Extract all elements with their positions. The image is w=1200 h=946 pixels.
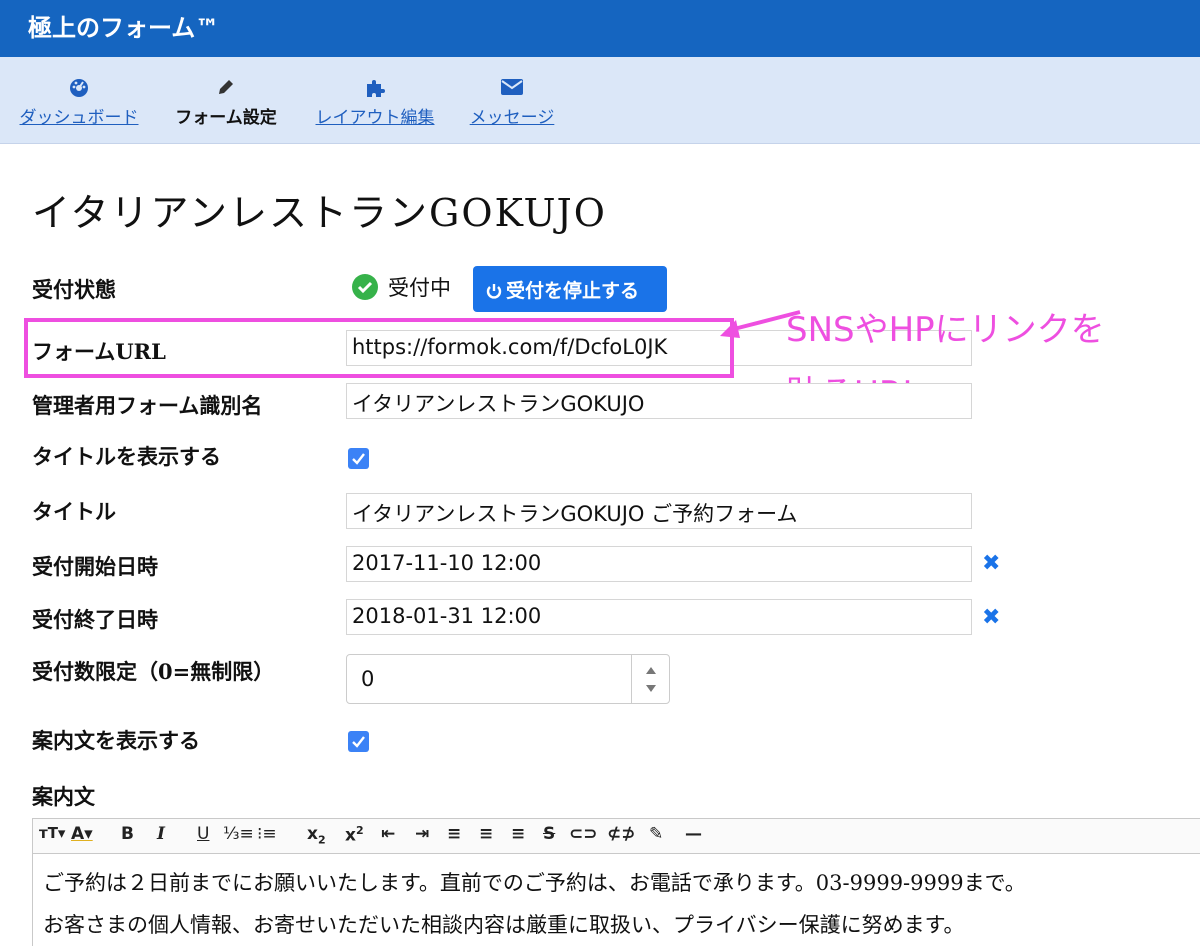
guide-line: お客さまの個人情報、お寄せいただいた相談内容は厳重に取扱い、プライバシー保護に努… [43, 913, 965, 937]
checkmark-icon [352, 736, 365, 748]
power-icon [486, 284, 502, 299]
show-title-label: タイトルを表示する [32, 444, 221, 469]
clear-end-datetime-icon[interactable]: ✖ [982, 605, 1000, 630]
align-left-icon[interactable]: ≡ [447, 824, 461, 844]
nav-label: ダッシュボード [19, 108, 139, 128]
bold-icon[interactable]: B [121, 824, 134, 844]
dashboard-icon [10, 77, 148, 99]
annotation-highlight-box [24, 318, 734, 378]
show-guide-checkbox[interactable] [348, 731, 369, 752]
nav-label: フォーム設定 [175, 108, 277, 128]
unlink-icon[interactable]: ⊄⊅ [607, 824, 636, 844]
unordered-list-icon[interactable]: ⁝≡ [257, 824, 277, 844]
limit-value: 0 [361, 667, 375, 691]
nav-item-form-settings[interactable]: フォーム設定 [166, 77, 286, 128]
status-label: 受付状態 [32, 277, 116, 302]
title-field[interactable]: イタリアンレストランGOKUJO ご予約フォーム [346, 493, 972, 529]
nav-bar: ダッシュボード フォーム設定 レイアウト編集 メッセージ [0, 57, 1200, 144]
spin-down-icon[interactable] [646, 685, 656, 692]
guide-line: ご予約は２日前までにお願いいたします。直前でのご予約は、お電話で承ります。03-… [43, 871, 1026, 895]
nav-item-dashboard[interactable]: ダッシュボード [10, 77, 148, 128]
app-title: 極上のフォーム™ [28, 14, 220, 42]
title-label: タイトル [32, 499, 116, 524]
end-datetime-field[interactable]: 2018-01-31 12:00 [346, 599, 972, 635]
limit-label: 受付数限定（0=無制限） [32, 659, 275, 684]
superscript-icon[interactable]: x2 [345, 824, 364, 846]
underline-icon[interactable]: U [197, 824, 209, 844]
clear-start-datetime-icon[interactable]: ✖ [982, 551, 1000, 576]
editor-toolbar: тT▾ A▾ B I U ⅓≡ ⁝≡ x2 x2 ⇤ ⇥ ≡ ≡ ≡ S ⊂⊃ … [32, 818, 1200, 854]
stop-accepting-button[interactable]: 受付を停止する [473, 266, 667, 312]
ordered-list-icon[interactable]: ⅓≡ [223, 824, 254, 844]
checkmark-icon [352, 453, 365, 465]
show-title-checkbox[interactable] [348, 448, 369, 469]
guide-editor[interactable]: ご予約は２日前までにお願いいたします。直前でのご予約は、お電話で承ります。03-… [32, 854, 1200, 946]
clear-format-icon[interactable]: ✎ [649, 824, 663, 844]
nav-label: メッセージ [469, 108, 555, 128]
font-color-icon[interactable]: A▾ [71, 824, 93, 844]
check-circle-icon [352, 274, 378, 300]
italic-icon[interactable]: I [157, 824, 165, 844]
admin-name-field[interactable]: イタリアンレストランGOKUJO [346, 383, 972, 419]
envelope-icon [462, 77, 562, 99]
strikethrough-icon[interactable]: S [543, 824, 555, 844]
horizontal-rule-icon[interactable]: — [685, 824, 702, 844]
stepper-spin[interactable] [631, 655, 669, 703]
app-header: 極上のフォーム™ [0, 0, 1200, 57]
start-datetime-label: 受付開始日時 [32, 554, 158, 579]
pencil-icon [166, 77, 286, 99]
status-value: 受付中 [388, 276, 451, 300]
admin-name-label: 管理者用フォーム識別名 [32, 393, 263, 418]
puzzle-icon [306, 77, 444, 99]
outdent-icon[interactable]: ⇤ [381, 824, 395, 844]
annotation-text-line1: SNSやHPにリンクを [786, 310, 1105, 350]
font-size-icon[interactable]: тT▾ [39, 824, 65, 842]
end-datetime-label: 受付終了日時 [32, 607, 158, 632]
nav-item-message[interactable]: メッセージ [462, 77, 562, 128]
align-right-icon[interactable]: ≡ [511, 824, 525, 844]
limit-stepper[interactable]: 0 [346, 654, 670, 704]
guide-label: 案内文 [32, 784, 95, 809]
subscript-icon[interactable]: x2 [307, 824, 326, 846]
stop-button-label: 受付を停止する [506, 280, 640, 302]
spin-up-icon[interactable] [646, 667, 656, 674]
indent-icon[interactable]: ⇥ [415, 824, 429, 844]
link-icon[interactable]: ⊂⊃ [569, 824, 598, 844]
nav-label: レイアウト編集 [315, 108, 435, 128]
show-guide-label: 案内文を表示する [32, 728, 200, 753]
nav-item-layout-edit[interactable]: レイアウト編集 [306, 77, 444, 128]
page-title: イタリアンレストランGOKUJO [32, 191, 607, 235]
align-center-icon[interactable]: ≡ [479, 824, 493, 844]
start-datetime-field[interactable]: 2017-11-10 12:00 [346, 546, 972, 582]
